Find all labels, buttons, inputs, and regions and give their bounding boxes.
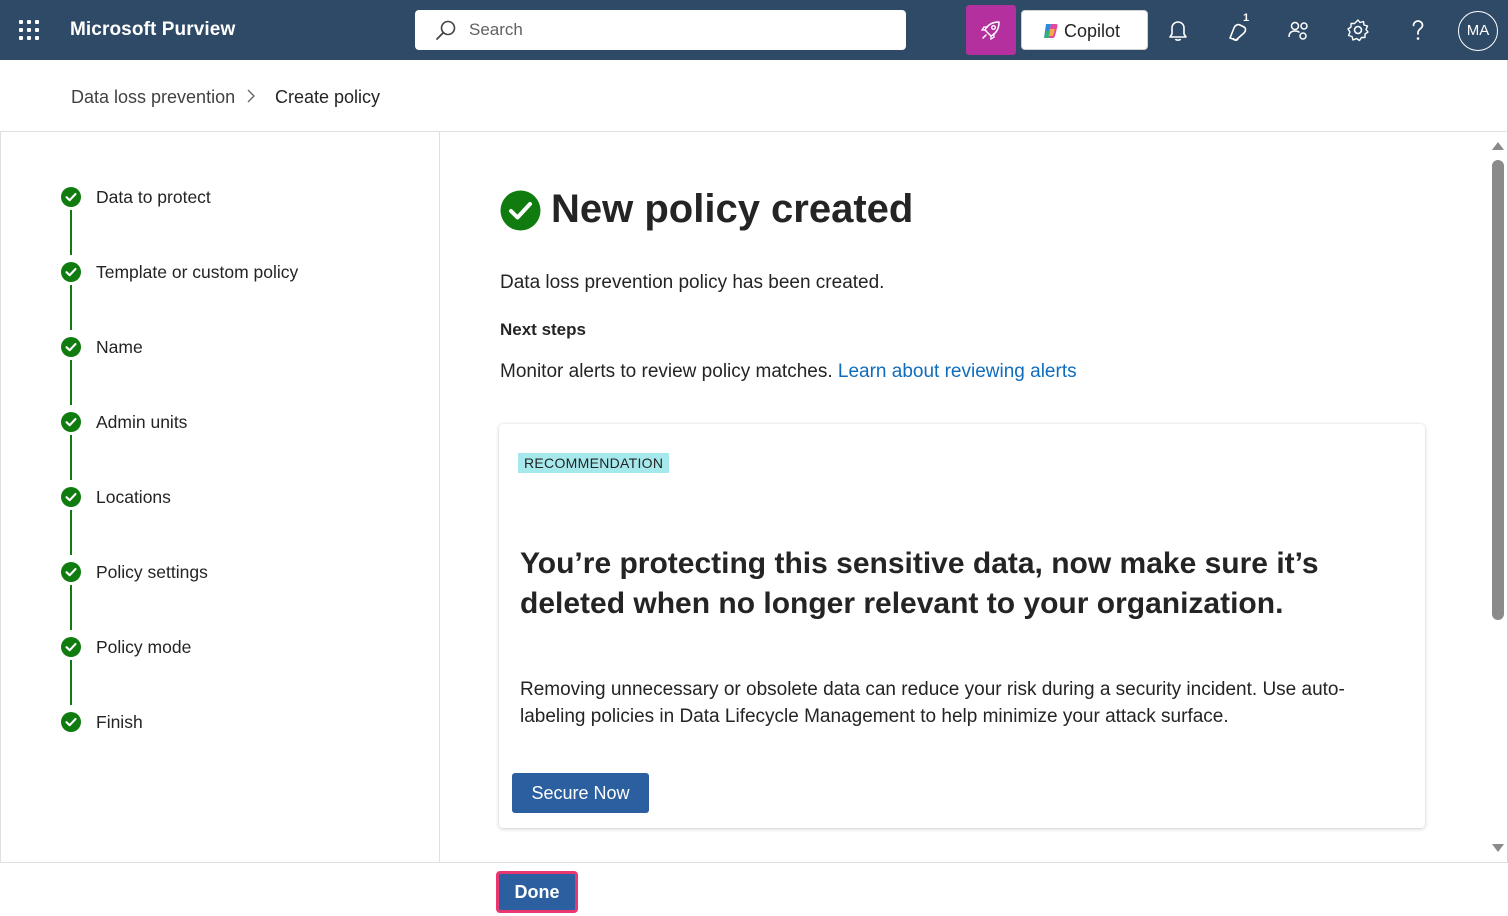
bell-icon[interactable] — [1164, 16, 1192, 44]
secure-now-button[interactable]: Secure Now — [512, 773, 649, 813]
check-circle-icon — [61, 487, 81, 507]
step-label: Policy mode — [96, 637, 192, 657]
scroll-down-arrow[interactable] — [1492, 844, 1504, 852]
scroll-up-arrow[interactable] — [1492, 142, 1504, 150]
help-icon[interactable] — [1404, 16, 1432, 44]
copilot-label: Copilot — [1064, 21, 1121, 41]
description-text: Data loss prevention policy has been cre… — [500, 272, 885, 293]
app-launcher-icon[interactable] — [19, 20, 40, 41]
step-label: Name — [96, 337, 143, 357]
step-connector — [70, 210, 72, 255]
copilot-icon — [1044, 24, 1058, 38]
avatar[interactable]: MA — [1458, 11, 1498, 51]
chevron-right-icon — [247, 89, 255, 103]
step-connector — [70, 435, 72, 480]
wizard-steps: Data to protect Template or custom polic… — [0, 132, 440, 862]
step-label: Admin units — [96, 412, 188, 432]
step-label: Data to protect — [96, 187, 211, 207]
check-circle-icon — [61, 562, 81, 582]
recommendation-tag: RECOMMENDATION — [518, 453, 670, 473]
check-circle-icon — [61, 262, 81, 282]
done-button[interactable]: Done — [496, 871, 578, 913]
recommendation-heading: You’re protecting this sensitive data, n… — [520, 547, 1319, 620]
step-connector — [70, 585, 72, 630]
search-box[interactable] — [415, 10, 906, 50]
monitor-text-body: Monitor alerts to review policy matches. — [500, 361, 833, 382]
whats-new-button[interactable] — [966, 5, 1016, 55]
step-label: Finish — [96, 712, 143, 732]
next-steps-heading: Next steps — [500, 320, 586, 339]
step-label: Policy settings — [96, 562, 208, 582]
top-bar: Microsoft Purview Copilot 1 — [0, 0, 1508, 60]
step-connector — [70, 660, 72, 705]
app-title[interactable]: Microsoft Purview — [70, 19, 235, 41]
check-circle-icon — [61, 412, 81, 432]
check-circle-icon — [61, 337, 81, 357]
gear-icon[interactable] — [1344, 16, 1372, 44]
search-input[interactable] — [469, 16, 889, 44]
people-settings-icon[interactable] — [1284, 16, 1312, 44]
scrollbar-thumb[interactable] — [1492, 160, 1504, 620]
notification-badge: 1 — [1243, 12, 1250, 24]
check-circle-icon — [61, 712, 81, 732]
rocket-icon — [980, 21, 1000, 41]
breadcrumb-parent-link[interactable]: Data loss prevention — [71, 87, 235, 108]
learn-reviewing-alerts-link[interactable]: Learn about reviewing alerts — [838, 361, 1077, 382]
check-circle-icon — [61, 187, 81, 207]
copilot-button[interactable]: Copilot — [1021, 10, 1148, 50]
breadcrumb-current: Create policy — [275, 87, 381, 107]
step-connector — [70, 285, 72, 330]
monitor-text: Monitor alerts to review policy matches.… — [500, 361, 1077, 383]
recommendation-body: Removing unnecessary or obsolete data ca… — [520, 679, 1345, 727]
page-title: New policy created — [551, 187, 914, 231]
success-check-icon — [500, 190, 541, 231]
breadcrumb: Data loss prevention Create policy — [0, 60, 1508, 132]
search-icon — [436, 20, 456, 40]
step-label: Template or custom policy — [96, 262, 299, 282]
step-label: Locations — [96, 487, 171, 507]
recommendation-card: RECOMMENDATION You’re protecting this se… — [499, 424, 1425, 828]
main-content: New policy created Data loss prevention … — [441, 132, 1491, 862]
step-connector — [70, 360, 72, 405]
footer-bar: Done — [0, 862, 1508, 916]
step-connector — [70, 510, 72, 555]
check-circle-icon — [61, 637, 81, 657]
